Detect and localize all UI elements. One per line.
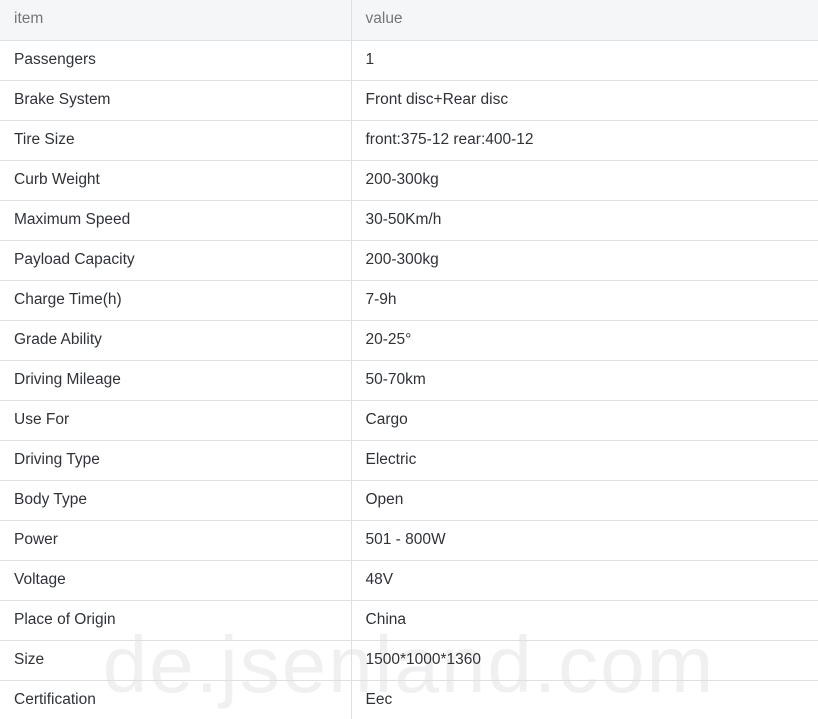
spec-item-label: Curb Weight bbox=[0, 160, 352, 201]
spec-item-value: Eec bbox=[351, 680, 818, 719]
table-row: Maximum Speed 30-50Km/h bbox=[0, 200, 818, 241]
spec-item-value: 30-50Km/h bbox=[351, 200, 818, 241]
table-row: Voltage 48V bbox=[0, 560, 818, 601]
spec-item-label: Use For bbox=[0, 400, 352, 441]
table-row: Power 501 - 800W bbox=[0, 520, 818, 561]
spec-item-value: 50-70km bbox=[351, 360, 818, 401]
spec-item-value: Cargo bbox=[351, 400, 818, 441]
table-row: Driving Mileage 50-70km bbox=[0, 360, 818, 401]
table-header-row: item value bbox=[0, 0, 818, 41]
spec-item-value: front:375-12 rear:400-12 bbox=[351, 120, 818, 161]
spec-item-label: Driving Type bbox=[0, 440, 352, 481]
spec-item-value: China bbox=[351, 600, 818, 641]
spec-item-label: Charge Time(h) bbox=[0, 280, 352, 321]
spec-item-label: Brake System bbox=[0, 80, 352, 121]
spec-item-label: Payload Capacity bbox=[0, 240, 352, 281]
table-row: Size 1500*1000*1360 bbox=[0, 640, 818, 681]
table-row: Charge Time(h) 7-9h bbox=[0, 280, 818, 321]
spec-item-value: Front disc+Rear disc bbox=[351, 80, 818, 121]
specification-table: item value Passengers 1 Brake System Front … bbox=[0, 0, 818, 719]
spec-item-label: Passengers bbox=[0, 40, 352, 81]
spec-item-label: Size bbox=[0, 640, 352, 681]
spec-item-value: 501 - 800W bbox=[351, 520, 818, 561]
table-body: Passengers 1 Brake System Front disc+Rear d… bbox=[0, 40, 818, 719]
table-row: Passengers 1 bbox=[0, 40, 818, 81]
spec-item-value: Electric bbox=[351, 440, 818, 481]
column-header-value: value bbox=[351, 0, 818, 41]
spec-item-label: Place of Origin bbox=[0, 600, 352, 641]
spec-item-value: 200-300kg bbox=[351, 240, 818, 281]
table-row: Driving Type Electric bbox=[0, 440, 818, 481]
spec-item-value: Open bbox=[351, 480, 818, 521]
table-row: Grade Ability 20-25° bbox=[0, 320, 818, 361]
table-row: Use For Cargo bbox=[0, 400, 818, 441]
spec-item-value: 1 bbox=[351, 40, 818, 81]
spec-item-value: 1500*1000*1360 bbox=[351, 640, 818, 681]
spec-item-value: 20-25° bbox=[351, 320, 818, 361]
spec-item-value: 48V bbox=[351, 560, 818, 601]
table-row: Tire Size front:375-12 rear:400-12 bbox=[0, 120, 818, 161]
spec-item-label: Certification bbox=[0, 680, 352, 719]
spec-item-value: 200-300kg bbox=[351, 160, 818, 201]
spec-item-label: Voltage bbox=[0, 560, 352, 601]
table-header: item value bbox=[0, 0, 818, 41]
column-header-item: item bbox=[0, 0, 352, 41]
spec-item-label: Grade Ability bbox=[0, 320, 352, 361]
spec-item-label: Driving Mileage bbox=[0, 360, 352, 401]
table-row: Place of Origin China bbox=[0, 600, 818, 641]
table-row: Body Type Open bbox=[0, 480, 818, 521]
spec-item-label: Maximum Speed bbox=[0, 200, 352, 241]
spec-item-label: Power bbox=[0, 520, 352, 561]
table-row: Certification Eec bbox=[0, 680, 818, 719]
table-row: Payload Capacity 200-300kg bbox=[0, 240, 818, 281]
spec-item-label: Tire Size bbox=[0, 120, 352, 161]
table-row: Brake System Front disc+Rear disc bbox=[0, 80, 818, 121]
table-row: Curb Weight 200-300kg bbox=[0, 160, 818, 201]
spec-item-label: Body Type bbox=[0, 480, 352, 521]
spec-item-value: 7-9h bbox=[351, 280, 818, 321]
specification-table-container: de.jsenland.com item value Passengers 1 Br… bbox=[0, 0, 818, 719]
